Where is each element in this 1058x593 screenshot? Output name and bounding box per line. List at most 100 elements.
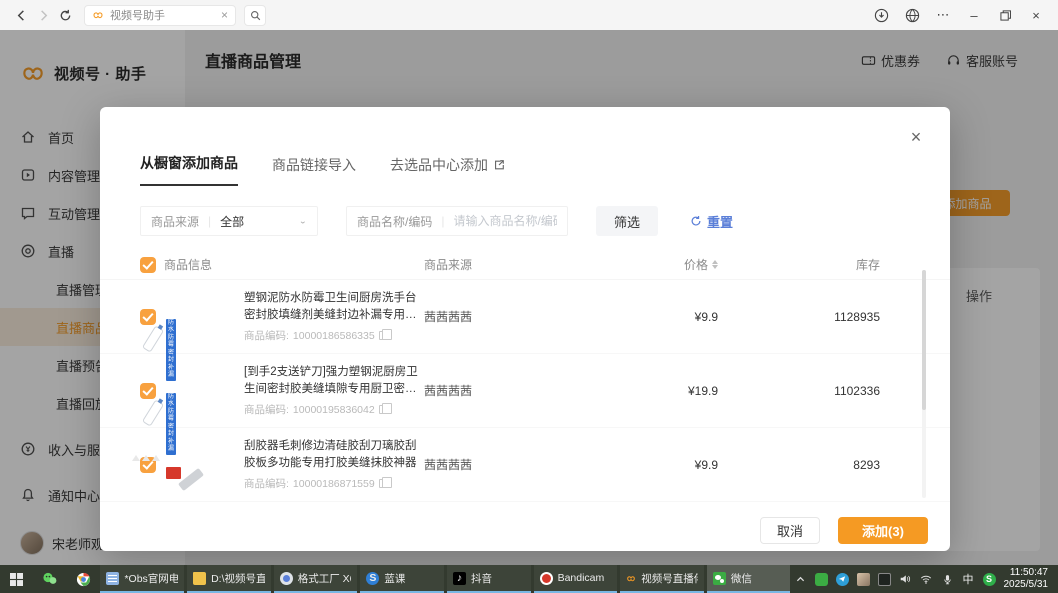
channels-logo-icon	[92, 9, 104, 21]
tray-device-icon[interactable]	[878, 573, 891, 586]
browser-chrome: 视频号助手 × ⋯ – ×	[0, 0, 1058, 30]
bandicam-icon	[540, 572, 553, 585]
add-product-modal: × 从橱窗添加商品 商品链接导入 去选品中心添加 商品来源 | 全部	[100, 107, 950, 551]
ime-indicator[interactable]: 中	[962, 573, 975, 586]
tray-chevron-icon[interactable]	[794, 573, 807, 586]
channels-logo-icon	[626, 572, 636, 585]
product-title[interactable]: [到手2支送铲刀]强力塑钢泥厨房卫生间密封胶美缝填隙专用厨卫密封胶150M...	[244, 364, 418, 399]
filter-button[interactable]: 筛选	[596, 206, 658, 236]
browser-forward-icon[interactable]	[32, 4, 54, 26]
folder-icon	[193, 572, 206, 585]
add-confirm-button[interactable]: 添加(3)	[838, 517, 928, 544]
product-stock: 1128935	[718, 310, 880, 324]
start-button[interactable]	[0, 565, 33, 593]
product-code: 商品编码: 10000186586335	[244, 328, 418, 343]
column-product: 商品信息	[164, 256, 424, 273]
copy-icon[interactable]	[379, 479, 387, 488]
taskbar-clock[interactable]: 11:50:47 2025/5/31	[1004, 567, 1053, 592]
taskbar-app-channels-live[interactable]: 视频号直播伴侣	[620, 565, 704, 593]
keyword-input[interactable]	[453, 214, 557, 228]
taskbar-app-weixin[interactable]: 微信	[707, 565, 791, 593]
row-checkbox[interactable]	[140, 309, 156, 325]
globe-icon[interactable]	[904, 7, 920, 23]
table-scrollbar[interactable]	[922, 270, 926, 498]
filter-bar: 商品来源 | 全部 ⌄ 商品名称/编码 | 筛选 重置	[140, 206, 950, 236]
volume-icon[interactable]	[899, 573, 912, 586]
product-source: 茜茜茜茜	[424, 308, 536, 325]
tab-label: 从橱窗添加商品	[140, 153, 238, 173]
reset-icon	[690, 215, 702, 227]
cancel-button[interactable]: 取消	[760, 517, 820, 544]
tab-label: 商品链接导入	[272, 155, 356, 175]
select-all-checkbox[interactable]	[140, 257, 156, 273]
source-select[interactable]: 商品来源 | 全部 ⌄	[140, 206, 318, 236]
row-checkbox[interactable]	[140, 383, 156, 399]
copy-icon[interactable]	[379, 331, 387, 340]
browser-back-icon[interactable]	[10, 4, 32, 26]
table-header: 商品信息 商品来源 价格 库存	[100, 250, 950, 280]
tab-go-selection-center[interactable]: 去选品中心添加	[390, 155, 505, 186]
product-title[interactable]: 刮胶器毛刺修边清硅胶刮刀璃胶刮胶板多功能专用打胶美缝抹胶神器	[244, 438, 418, 473]
tab-label: 去选品中心添加	[390, 155, 488, 175]
column-price[interactable]: 价格	[536, 256, 718, 273]
tray-contact-icon[interactable]	[857, 573, 870, 586]
wifi-icon[interactable]	[920, 573, 933, 586]
windows-icon	[10, 573, 23, 586]
product-source: 茜茜茜茜	[424, 382, 536, 399]
product-price: ¥9.9	[536, 458, 718, 472]
reset-button[interactable]: 重置	[690, 212, 733, 231]
microphone-icon[interactable]	[941, 573, 954, 586]
blue-s-icon: S	[366, 572, 379, 585]
product-title[interactable]: 塑钢泥防水防霉卫生间厨房洗手台密封胶填缝剂美缝封边补漏专用胶150ml...	[244, 290, 418, 325]
reset-label: 重置	[707, 212, 733, 231]
notepad-icon	[106, 572, 119, 585]
column-stock: 库存	[718, 256, 880, 273]
download-icon[interactable]	[873, 7, 889, 23]
browser-tab[interactable]: 视频号助手 ×	[84, 5, 236, 26]
table-row: 刮胶器毛刺修边清硅胶刮刀璃胶刮胶板多功能专用打胶美缝抹胶神器 商品编码: 100…	[100, 428, 950, 502]
clock-date: 2025/5/31	[1004, 579, 1049, 592]
keyword-field[interactable]: 商品名称/编码 |	[346, 206, 568, 236]
product-stock: 8293	[718, 458, 880, 472]
tab-add-from-showcase[interactable]: 从橱窗添加商品	[140, 153, 238, 186]
source-select-label: 商品来源	[151, 213, 199, 230]
modal-close-icon[interactable]: ×	[907, 128, 925, 146]
window-restore-icon[interactable]	[997, 7, 1013, 23]
taskbar-app-douyin[interactable]: ♪ 抖音	[447, 565, 531, 593]
window-minimize-icon[interactable]: –	[966, 7, 982, 23]
app-area: 视频号 · 助手 首页 内容管理 互动管理 直播	[0, 30, 1058, 565]
screen: 视频号助手 × ⋯ – ×	[0, 0, 1058, 593]
tab-close-icon[interactable]: ×	[221, 9, 228, 21]
taskbar-app-formatfactory[interactable]: 格式工厂 X64 ...	[274, 565, 358, 593]
sogou-icon[interactable]: S	[983, 573, 996, 586]
copy-icon[interactable]	[379, 405, 387, 414]
wechat-window-icon	[713, 572, 726, 585]
chevron-down-icon: ⌄	[299, 217, 307, 226]
clock-time: 11:50:47	[1004, 567, 1049, 580]
keyword-field-label: 商品名称/编码	[357, 213, 432, 230]
table-row: 防水防霉密封补漏 [到手2支送铲刀]强力塑钢泥厨房卫生间密封胶美缝填隙专用厨卫密…	[100, 354, 950, 428]
taskbar-app-lanke[interactable]: S 蓝课	[360, 565, 444, 593]
taskbar-app-folder[interactable]: D:\视频号直播...	[187, 565, 271, 593]
taskbar-wechat-icon[interactable]	[33, 565, 66, 593]
product-code: 商品编码: 10000195836042	[244, 402, 418, 417]
taskbar-chrome-icon[interactable]	[67, 565, 100, 593]
tray-messenger-icon[interactable]	[836, 573, 849, 586]
browser-menu-icon[interactable]: ⋯	[935, 7, 951, 23]
product-price: ¥19.9	[536, 384, 718, 398]
source-select-value: 全部	[220, 213, 244, 230]
tray-wechat-icon[interactable]	[815, 573, 828, 586]
browser-search-button[interactable]	[244, 5, 266, 26]
window-close-icon[interactable]: ×	[1028, 7, 1044, 23]
taskbar-app-obs-doc[interactable]: *Obs官网电脑...	[100, 565, 184, 593]
table-row: 防水防霉密封补漏 塑钢泥防水防霉卫生间厨房洗手台密封胶填缝剂美缝封边补漏专用胶1…	[100, 280, 950, 354]
browser-refresh-icon[interactable]	[54, 4, 76, 26]
douyin-icon: ♪	[453, 572, 466, 585]
taskbar-app-bandicam[interactable]: Bandicam	[534, 565, 618, 593]
system-tray: 中 S 11:50:47 2025/5/31	[794, 565, 1058, 593]
browser-tab-title: 视频号助手	[110, 7, 215, 23]
tab-import-by-link[interactable]: 商品链接导入	[272, 155, 356, 186]
product-price: ¥9.9	[536, 310, 718, 324]
format-factory-icon	[280, 572, 293, 585]
taskbar: *Obs官网电脑... D:\视频号直播... 格式工厂 X64 ... S 蓝…	[0, 565, 1058, 593]
